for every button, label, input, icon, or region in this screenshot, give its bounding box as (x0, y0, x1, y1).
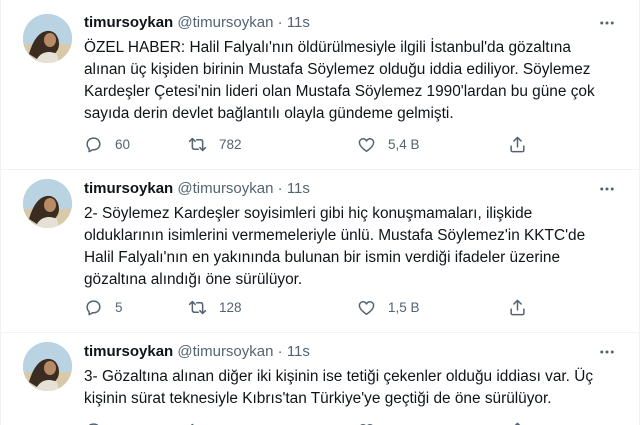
reply-button[interactable] (84, 420, 115, 425)
reply-icon (86, 136, 101, 152)
share-icon (510, 136, 525, 152)
reply-button[interactable]: 60 (84, 134, 130, 154)
avatar-image (23, 342, 72, 391)
avatar[interactable] (23, 342, 72, 391)
share-icon (510, 299, 525, 315)
separator-dot: · (277, 343, 283, 360)
timestamp[interactable]: 11s (287, 180, 310, 197)
avatar[interactable] (23, 179, 72, 228)
tweet-text: 2- Söylemez Kardeşler soyisimleri gibi h… (84, 205, 586, 288)
like-button[interactable] (357, 420, 388, 425)
tweet-1[interactable]: timursoykan @timursoykan · 11s ÖZEL HABE… (1, 0, 639, 170)
share-icon (514, 422, 521, 425)
like-icon (359, 423, 374, 425)
retweet-button[interactable]: 782 (188, 134, 242, 154)
tweet-header: timursoykan @timursoykan · 11s (84, 343, 310, 361)
tweet-text: ÖZEL HABER: Halil Falyalı'nın öldürülmes… (84, 39, 595, 122)
display-name[interactable]: timursoykan (84, 180, 173, 197)
tweet-text: 3- Gözaltına alınan diğer iki kişinin is… (84, 368, 594, 407)
share-button[interactable] (508, 297, 527, 317)
like-icon (358, 300, 375, 315)
retweet-count: 128 (219, 299, 242, 315)
tweet-actions (84, 420, 544, 425)
retweet-button[interactable]: 128 (188, 297, 242, 317)
separator-dot: · (277, 180, 283, 197)
share-button[interactable] (508, 420, 527, 425)
retweet-icon (190, 423, 203, 425)
reply-button[interactable]: 5 (84, 297, 123, 317)
timestamp[interactable]: 11s (287, 14, 310, 31)
more-icon[interactable] (597, 343, 617, 361)
timestamp[interactable]: 11s (287, 343, 310, 360)
reply-count: 5 (115, 299, 123, 315)
tweet-actions: 60 782 5,4 B (84, 134, 544, 154)
user-handle[interactable]: @timursoykan (177, 14, 273, 31)
tweet-3[interactable]: timursoykan @timursoykan · 11s 3- Gözalt… (1, 333, 639, 425)
avatar-image (23, 14, 72, 63)
display-name[interactable]: timursoykan (84, 343, 173, 360)
tweet-actions: 5 128 1,5 B (84, 297, 544, 317)
like-button[interactable]: 1,5 B (357, 297, 420, 317)
like-icon (358, 137, 375, 152)
avatar[interactable] (23, 14, 72, 63)
like-count: 1,5 B (388, 299, 420, 315)
tweet-header: timursoykan @timursoykan · 11s (84, 14, 310, 32)
retweet-icon (188, 300, 207, 314)
tweet-header: timursoykan @timursoykan · 11s (84, 180, 310, 198)
reply-count: 60 (115, 136, 131, 152)
separator-dot: · (277, 14, 283, 31)
reply-icon (88, 422, 99, 425)
more-icon[interactable] (597, 14, 617, 32)
retweet-button[interactable] (188, 420, 219, 425)
display-name[interactable]: timursoykan (84, 14, 173, 31)
avatar-image (23, 179, 72, 228)
like-count: 5,4 B (388, 136, 420, 152)
more-icon[interactable] (597, 180, 617, 198)
retweet-count: 782 (219, 136, 242, 152)
retweet-icon (188, 137, 207, 151)
user-handle[interactable]: @timursoykan (177, 343, 273, 360)
tweet-thread: timursoykan @timursoykan · 11s ÖZEL HABE… (0, 0, 640, 425)
reply-icon (86, 299, 101, 315)
share-button[interactable] (508, 134, 527, 154)
tweet-2[interactable]: timursoykan @timursoykan · 11s 2- Söylem… (1, 170, 639, 333)
user-handle[interactable]: @timursoykan (177, 180, 273, 197)
like-button[interactable]: 5,4 B (357, 134, 420, 154)
